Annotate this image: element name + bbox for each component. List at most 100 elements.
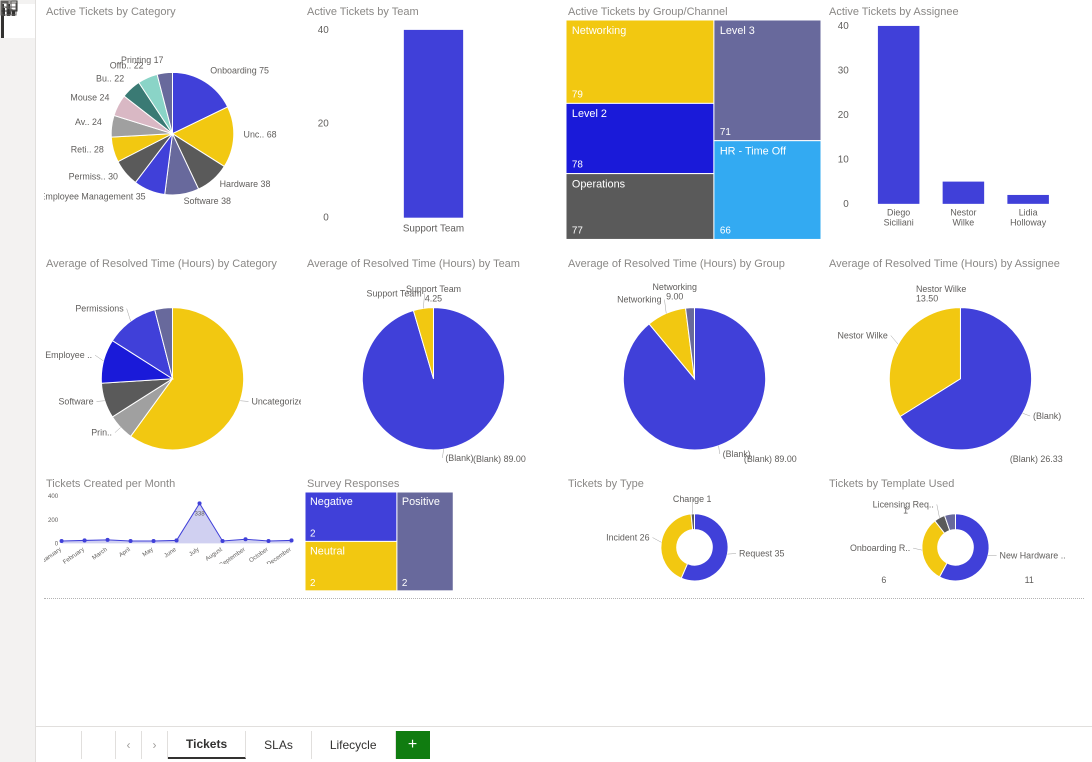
left-sidebar — [0, 0, 36, 762]
data-view-button[interactable] — [1, 38, 35, 72]
chart-title: Tickets by Type — [566, 478, 823, 490]
svg-text:2: 2 — [402, 578, 408, 589]
mobile-icon — [0, 0, 12, 16]
chart-title: Average of Resolved Time (Hours) by Cate… — [44, 258, 301, 270]
chart-survey[interactable]: Survey Responses Negative2Neutral2Positi… — [305, 478, 562, 600]
chart-title: Active Tickets by Category — [44, 6, 301, 18]
next-page-button[interactable]: › — [142, 731, 168, 759]
svg-text:1: 1 — [903, 506, 908, 516]
chart-title: Average of Resolved Time (Hours) by Team — [305, 258, 562, 270]
report-canvas: Active Tickets by Category Onboarding 75… — [36, 0, 1092, 726]
svg-text:May: May — [141, 546, 155, 559]
svg-text:April: April — [118, 546, 132, 559]
chart-resolved-team[interactable]: Average of Resolved Time (Hours) by Team… — [305, 258, 562, 470]
chart-active-assignee[interactable]: Active Tickets by Assignee 010203040Dieg… — [827, 6, 1084, 250]
svg-text:Unc.. 68: Unc.. 68 — [244, 130, 277, 140]
page-tab-bar: ‹ › Tickets SLAs Lifecycle + — [36, 726, 1092, 762]
svg-text:Incident 26: Incident 26 — [606, 532, 649, 542]
svg-text:Nestor: Nestor — [950, 208, 976, 218]
svg-text:Hardware 38: Hardware 38 — [220, 179, 271, 189]
svg-text:30: 30 — [838, 65, 849, 76]
svg-text:200: 200 — [48, 517, 59, 524]
chart-title: Average of Resolved Time (Hours) by Grou… — [566, 258, 823, 270]
svg-text:Av.. 24: Av.. 24 — [75, 117, 102, 127]
chart-resolved-assignee[interactable]: Average of Resolved Time (Hours) by Assi… — [827, 258, 1084, 470]
chart-type[interactable]: Tickets by Type Request 35Incident 26Cha… — [566, 478, 823, 600]
svg-text:Networking: Networking — [653, 282, 697, 292]
chart-title: Tickets by Template Used — [827, 478, 1084, 490]
svg-text:Mouse 24: Mouse 24 — [70, 93, 109, 103]
svg-text:Uncategorized: Uncategorized — [251, 396, 301, 406]
svg-text:10: 10 — [838, 154, 849, 165]
svg-text:Lidia: Lidia — [1019, 208, 1038, 218]
svg-text:Printing 17: Printing 17 — [121, 55, 163, 65]
svg-text:77: 77 — [572, 225, 583, 236]
tab-tickets[interactable]: Tickets — [168, 731, 246, 759]
svg-text:(Blank) 89.00: (Blank) 89.00 — [744, 454, 797, 464]
svg-text:2: 2 — [310, 528, 316, 539]
svg-text:March: March — [91, 546, 109, 561]
tab-label: SLAs — [264, 738, 293, 752]
model-view-button[interactable] — [1, 72, 35, 106]
svg-text:Reti.. 28: Reti.. 28 — [71, 144, 104, 154]
svg-text:Holloway: Holloway — [1010, 218, 1047, 228]
prev-page-button[interactable]: ‹ — [116, 731, 142, 759]
svg-text:11: 11 — [1025, 575, 1034, 585]
chart-active-group[interactable]: Active Tickets by Group/Channel Networki… — [566, 6, 823, 250]
chart-resolved-group[interactable]: Average of Resolved Time (Hours) by Grou… — [566, 258, 823, 470]
svg-text:December: December — [266, 546, 293, 564]
svg-text:0: 0 — [323, 213, 329, 224]
svg-text:July: July — [188, 546, 202, 558]
chart-active-category[interactable]: Active Tickets by Category Onboarding 75… — [44, 6, 301, 250]
svg-text:Request 35: Request 35 — [739, 548, 784, 558]
svg-text:6: 6 — [881, 575, 886, 585]
chart-title: Tickets Created per Month — [44, 478, 301, 490]
chart-title: Active Tickets by Assignee — [827, 6, 1084, 18]
svg-text:August: August — [204, 546, 224, 563]
svg-text:New Hardware ..: New Hardware .. — [1000, 551, 1066, 561]
tabs: Tickets SLAs Lifecycle + — [168, 731, 430, 759]
svg-text:(Blank): (Blank) — [1033, 411, 1061, 421]
tab-label: Tickets — [186, 737, 227, 751]
tab-slas[interactable]: SLAs — [246, 731, 312, 759]
svg-text:Employee Management 35: Employee Management 35 — [44, 192, 146, 202]
desktop-layout-button[interactable] — [48, 731, 82, 759]
svg-text:Software: Software — [58, 396, 93, 406]
svg-text:Negative: Negative — [310, 496, 353, 508]
svg-text:Bu.. 22: Bu.. 22 — [96, 73, 124, 83]
add-page-button[interactable]: + — [396, 731, 430, 759]
svg-text:(Blank) 26.33: (Blank) 26.33 — [1010, 454, 1063, 464]
chart-title: Active Tickets by Group/Channel — [566, 6, 823, 18]
svg-text:(Blank): (Blank) — [445, 453, 473, 463]
svg-text:Onboarding 75: Onboarding 75 — [210, 65, 269, 75]
svg-text:66: 66 — [720, 225, 731, 236]
svg-text:September: September — [218, 546, 246, 564]
chart-month[interactable]: Tickets Created per Month 0200400338Janu… — [44, 478, 301, 600]
svg-text:20: 20 — [838, 110, 849, 121]
svg-text:Positive: Positive — [402, 496, 440, 508]
chart-template[interactable]: Tickets by Template Used New Hardware ..… — [827, 478, 1084, 600]
chart-resolved-category[interactable]: Average of Resolved Time (Hours) by Cate… — [44, 258, 301, 470]
svg-text:Permissions: Permissions — [75, 304, 124, 314]
svg-text:78: 78 — [572, 160, 583, 171]
svg-text:Neutral: Neutral — [310, 545, 345, 557]
chart-title: Average of Resolved Time (Hours) by Assi… — [827, 258, 1084, 270]
svg-text:Onboarding R..: Onboarding R.. — [850, 543, 910, 553]
mobile-layout-button[interactable] — [82, 731, 116, 759]
svg-text:Operations: Operations — [572, 178, 626, 190]
svg-text:Support Team: Support Team — [406, 284, 461, 294]
svg-text:Nestor Wilke: Nestor Wilke — [837, 331, 887, 341]
chart-title: Active Tickets by Team — [305, 6, 562, 18]
svg-text:Permiss.. 30: Permiss.. 30 — [69, 171, 118, 181]
svg-text:February: February — [62, 546, 87, 564]
svg-text:HR - Time Off: HR - Time Off — [720, 146, 787, 158]
tab-lifecycle[interactable]: Lifecycle — [312, 731, 396, 759]
chart-active-team[interactable]: Active Tickets by Team 02040Support Team — [305, 6, 562, 250]
svg-text:40: 40 — [838, 21, 849, 32]
svg-text:(Blank) 89.00: (Blank) 89.00 — [473, 454, 526, 464]
svg-text:20: 20 — [318, 119, 329, 130]
svg-text:Diego: Diego — [887, 208, 910, 218]
svg-text:79: 79 — [572, 89, 583, 100]
svg-text:Employee ..: Employee .. — [45, 350, 92, 360]
svg-text:71: 71 — [720, 127, 731, 138]
